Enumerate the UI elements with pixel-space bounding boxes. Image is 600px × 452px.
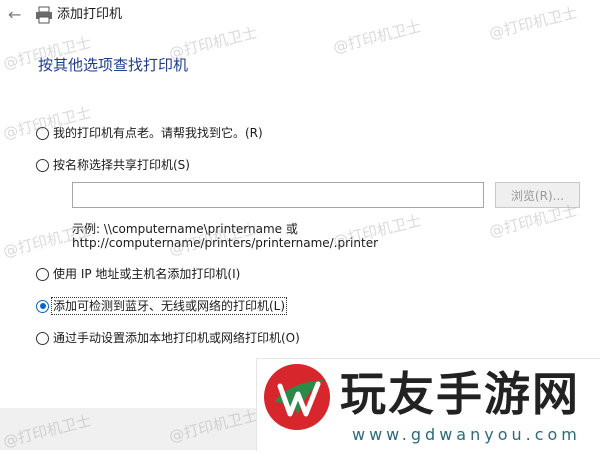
radio-ip-address[interactable]	[36, 267, 49, 281]
radio-manual-local[interactable]	[36, 331, 49, 345]
radio-printer-old[interactable]	[36, 126, 49, 140]
browse-button[interactable]: 浏览(R)...	[495, 182, 580, 208]
example-text-line2: http://computername/printers/printername…	[72, 236, 379, 250]
site-logo-name: 玩友手游网	[340, 367, 580, 421]
radio-bluetooth-wireless-network[interactable]	[36, 299, 49, 313]
option-ip-address[interactable]: 使用 IP 地址或主机名添加打印机(I)	[36, 265, 240, 283]
shared-printer-name-input[interactable]	[72, 182, 484, 208]
option-label: 通过手动设置添加本地打印机或网络打印机(O)	[53, 331, 300, 345]
page-heading: 按其他选项查找打印机	[38, 56, 189, 74]
option-shared-printer[interactable]: 按名称选择共享打印机(S)	[36, 156, 190, 174]
radio-shared-printer[interactable]	[36, 158, 49, 172]
option-label: 按名称选择共享打印机(S)	[53, 158, 190, 172]
site-logo-icon	[264, 364, 330, 430]
example-text-line1: 示例: \\computername\printername 或	[72, 222, 298, 236]
window-title: 添加打印机	[57, 7, 123, 22]
back-arrow-icon[interactable]: ←	[8, 6, 26, 24]
site-logo-url: www.gdwanyou.com	[352, 425, 581, 444]
option-label: 添加可检测到蓝牙、无线或网络的打印机(L)	[50, 297, 288, 315]
option-label: 我的打印机有点老。请帮我找到它。(R)	[53, 126, 263, 140]
option-manual-local[interactable]: 通过手动设置添加本地打印机或网络打印机(O)	[36, 329, 300, 347]
printer-icon	[36, 6, 52, 24]
option-label: 使用 IP 地址或主机名添加打印机(I)	[53, 267, 241, 281]
option-printer-old[interactable]: 我的打印机有点老。请帮我找到它。(R)	[36, 124, 263, 142]
option-bluetooth-wireless-network[interactable]: 添加可检测到蓝牙、无线或网络的打印机(L)	[36, 297, 288, 315]
